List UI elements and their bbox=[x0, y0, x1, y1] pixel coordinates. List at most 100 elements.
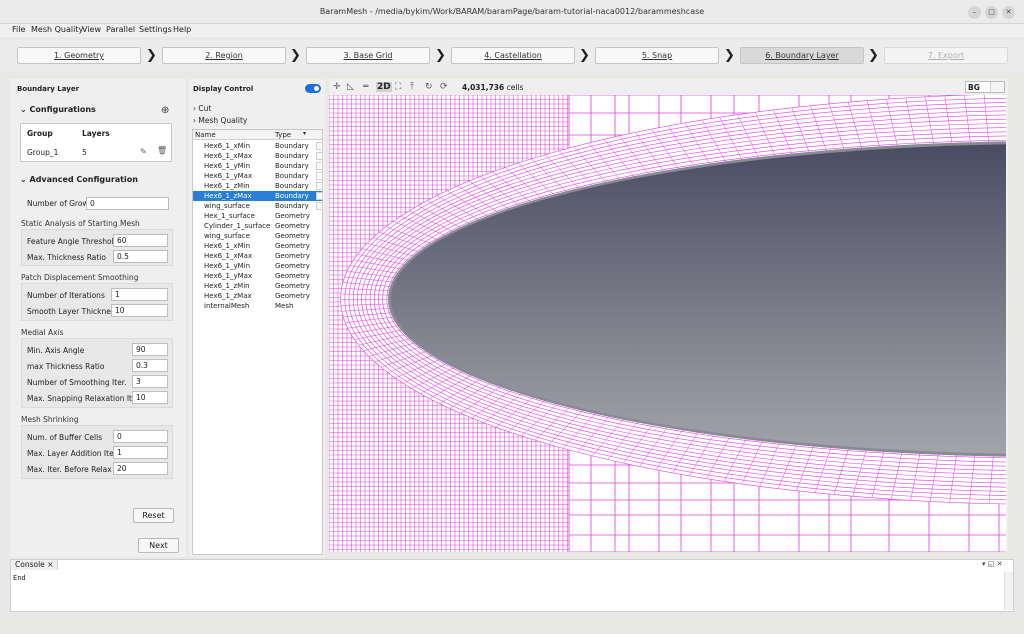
list-item[interactable]: wing_surface Geometry bbox=[193, 231, 322, 241]
list-item[interactable]: Hex6_1_yMax Geometry bbox=[193, 271, 322, 281]
menu-settings[interactable]: Settings bbox=[139, 25, 172, 34]
chevron-down-icon: ⌄ bbox=[20, 105, 30, 114]
maximize-button[interactable]: □ bbox=[985, 6, 998, 19]
list-item[interactable]: Hex6_1_yMax Boundary bbox=[193, 171, 323, 181]
menu-help[interactable]: Help bbox=[173, 25, 191, 34]
num-iterations-input[interactable]: 1 bbox=[111, 288, 168, 301]
bg-toggle[interactable]: BG bbox=[965, 81, 1005, 93]
smoothing-iter-input[interactable]: 3 bbox=[132, 375, 168, 388]
mesh-render bbox=[329, 95, 1006, 552]
step-castellation[interactable]: 4. Castellation bbox=[451, 47, 575, 64]
cells-label: cells bbox=[506, 83, 524, 92]
render-canvas[interactable] bbox=[329, 95, 1006, 552]
visibility-checkbox[interactable] bbox=[316, 202, 323, 210]
step-export: 7. Export bbox=[884, 47, 1008, 64]
close-button[interactable]: ✕ bbox=[1002, 6, 1015, 19]
num-iterations-label: Number of Iterations bbox=[27, 291, 105, 300]
max-thickness-ratio-input[interactable]: 0.3 bbox=[132, 359, 168, 372]
menu-view[interactable]: View bbox=[82, 25, 101, 34]
smooth-layer-input[interactable]: 10 bbox=[111, 304, 168, 317]
step-arrow-icon: ❯ bbox=[435, 48, 446, 63]
visibility-checkbox[interactable] bbox=[316, 182, 323, 190]
list-item[interactable]: Cylinder_1_surface Geometry bbox=[193, 221, 322, 231]
trash-icon[interactable]: 🗑 bbox=[157, 146, 167, 155]
boundary-layer-panel: Boundary Layer ⌄ Configurations ⊕ Group … bbox=[10, 79, 186, 557]
iter-before-relax-input[interactable]: 20 bbox=[113, 462, 168, 475]
minimize-button[interactable]: – bbox=[968, 6, 981, 19]
axes-icon[interactable]: ✛ bbox=[333, 82, 341, 92]
menu-file[interactable]: File bbox=[12, 25, 25, 34]
item-name: internalMesh bbox=[204, 302, 250, 310]
list-item[interactable]: Hex6_1_xMax Boundary bbox=[193, 151, 323, 161]
step-base-grid[interactable]: 3. Base Grid bbox=[306, 47, 430, 64]
list-item[interactable]: Hex6_1_zMax Geometry bbox=[193, 291, 322, 301]
cut-expander[interactable]: › Cut bbox=[193, 104, 211, 113]
fit-view-icon[interactable]: ⛶ bbox=[395, 82, 401, 92]
step-boundary-layer[interactable]: 6. Boundary Layer bbox=[740, 47, 864, 64]
add-group-icon[interactable]: ⊕ bbox=[161, 105, 169, 116]
list-item[interactable]: Hex6_1_yMin Geometry bbox=[193, 261, 322, 271]
menu-parallel[interactable]: Parallel bbox=[106, 25, 135, 34]
item-type: Boundary bbox=[275, 182, 309, 190]
item-name: Hex6_1_zMin bbox=[204, 282, 250, 290]
list-item[interactable]: Hex6_1_xMin Geometry bbox=[193, 241, 322, 251]
display-list: Name Type ▾ Hex6_1_xMin Boundary Hex6_1_xM… bbox=[192, 129, 323, 555]
group-table: Group Layers Group_1 5 ✎ 🗑 bbox=[20, 123, 172, 162]
list-item[interactable]: Hex6_1_xMax Geometry bbox=[193, 251, 322, 261]
step-arrow-icon: ❯ bbox=[724, 48, 735, 63]
reset-button[interactable]: Reset bbox=[133, 508, 174, 523]
max-thickness-input[interactable]: 0.5 bbox=[113, 250, 168, 263]
console-tab[interactable]: Console × bbox=[10, 559, 59, 570]
step-snap[interactable]: 5. Snap bbox=[595, 47, 719, 64]
chevron-down-icon: ⌄ bbox=[20, 175, 30, 184]
ruler-icon[interactable]: ═ bbox=[363, 82, 368, 92]
step-arrow-icon: ❯ bbox=[146, 48, 157, 63]
medial-axis-label: Medial Axis bbox=[21, 328, 64, 337]
feature-angle-input[interactable]: 60 bbox=[113, 234, 168, 247]
visibility-checkbox[interactable] bbox=[316, 192, 323, 200]
next-button[interactable]: Next bbox=[138, 538, 179, 553]
console-window-controls[interactable]: ▾ ◱ ✕ bbox=[982, 560, 1002, 568]
edit-icon[interactable]: ✎ bbox=[140, 147, 147, 156]
buffer-cells-input[interactable]: 0 bbox=[113, 430, 168, 443]
item-type: Boundary bbox=[275, 202, 309, 210]
up-arrow-icon[interactable]: ⤒ bbox=[410, 82, 414, 92]
mode-2d-button[interactable]: 2D bbox=[376, 82, 392, 92]
visibility-checkbox[interactable] bbox=[316, 162, 323, 170]
item-type: Geometry bbox=[275, 272, 310, 280]
min-axis-angle-input[interactable]: 90 bbox=[132, 343, 168, 356]
list-item[interactable]: wing_surface Boundary bbox=[193, 201, 323, 211]
advanced-header[interactable]: ⌄ Advanced Configuration bbox=[20, 175, 138, 184]
snapping-relax-input[interactable]: 10 bbox=[132, 391, 168, 404]
menu-mesh-quality[interactable]: Mesh Quality bbox=[31, 25, 83, 34]
layer-addition-input[interactable]: 1 bbox=[113, 446, 168, 459]
step-arrow-icon: ❯ bbox=[290, 48, 301, 63]
number-of-grow-input[interactable]: 0 bbox=[86, 197, 169, 210]
visibility-checkbox[interactable] bbox=[316, 152, 323, 160]
item-type: Geometry bbox=[275, 232, 310, 240]
list-item[interactable]: internalMesh Mesh bbox=[193, 301, 322, 311]
rotate-icon[interactable]: ↻ bbox=[425, 82, 433, 92]
visibility-checkbox[interactable] bbox=[316, 172, 323, 180]
refresh-icon[interactable]: ⟳ bbox=[440, 82, 448, 92]
list-item[interactable]: Hex6_1_xMin Boundary bbox=[193, 141, 323, 151]
list-item[interactable]: Hex6_1_zMin Geometry bbox=[193, 281, 322, 291]
visibility-checkbox[interactable] bbox=[316, 142, 323, 150]
console-scrollbar[interactable] bbox=[1004, 572, 1013, 610]
window-title: BaramMesh - /media/bykim/Work/BARAM/bara… bbox=[319, 7, 705, 16]
list-item[interactable]: Hex6_1_zMax Boundary bbox=[193, 191, 323, 201]
col-name[interactable]: Name bbox=[195, 131, 216, 139]
list-item[interactable]: Hex_1_surface Geometry bbox=[193, 211, 322, 221]
list-item[interactable]: Hex6_1_zMin Boundary bbox=[193, 181, 323, 191]
configurations-header[interactable]: ⌄ Configurations bbox=[20, 105, 96, 114]
step-region[interactable]: 2. Region bbox=[162, 47, 286, 64]
display-toggle[interactable] bbox=[305, 84, 321, 93]
mesh-shrinking-label: Mesh Shrinking bbox=[21, 415, 79, 424]
step-geometry[interactable]: 1. Geometry bbox=[17, 47, 141, 64]
perspective-icon[interactable]: ◺ bbox=[347, 82, 354, 92]
col-type[interactable]: Type bbox=[275, 131, 291, 139]
max-thickness-label: Max. Thickness Ratio bbox=[27, 253, 106, 262]
mesh-quality-expander[interactable]: › Mesh Quality bbox=[193, 116, 247, 125]
list-item[interactable]: Hex6_1_yMin Boundary bbox=[193, 161, 323, 171]
list-header: Name Type ▾ bbox=[193, 130, 322, 140]
